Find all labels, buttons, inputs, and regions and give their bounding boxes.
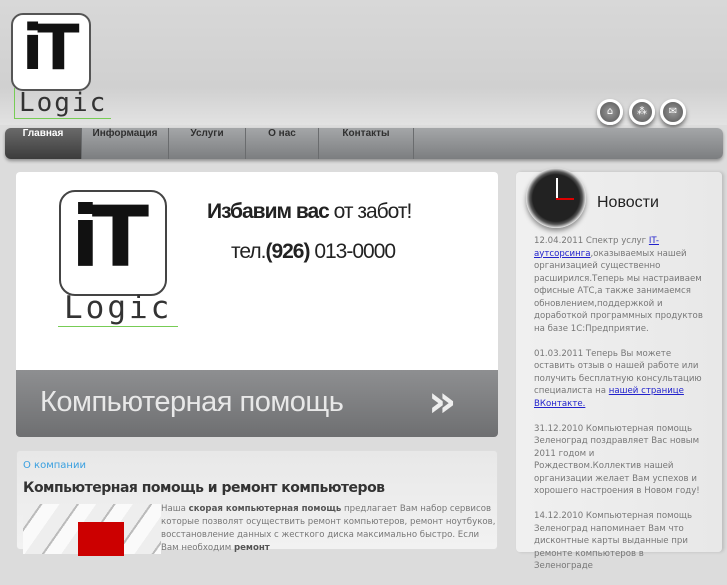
news-item: 01.03.2011 Теперь Вы можете оставить отз… (534, 348, 704, 411)
banner-logo: iT (59, 188, 167, 296)
news-text: 12.04.2011 Спектр услуг (534, 236, 649, 246)
news-text: 14.12.2010 Компьютерная помощь Зеленогра… (534, 511, 693, 571)
phone-number: 013-0000 (309, 240, 396, 263)
sitemap-icon[interactable]: ⁂ (629, 99, 655, 125)
news-sidebar: Новости 12.04.2011 Спектр услуг IT-аутсо… (516, 172, 722, 571)
news-item: 31.12.2010 Компьютерная помощь Зеленогра… (534, 423, 704, 498)
news-list: 12.04.2011 Спектр услуг IT-аутсорсинга,о… (534, 235, 704, 585)
double-chevron-right-icon[interactable]: » (428, 376, 457, 427)
nav-contacts[interactable]: Контакты (319, 128, 414, 159)
nav-home[interactable]: Главная (5, 128, 82, 159)
phone-prefix: тел. (231, 240, 266, 263)
banner-logo-word: Logic (58, 290, 179, 327)
banner-logo-mark: iT (71, 188, 149, 286)
breadcrumb[interactable]: О компании (23, 460, 86, 471)
logo-word: Logic (14, 88, 112, 119)
nav-about[interactable]: О нас (246, 128, 319, 159)
site-logo[interactable]: iT (11, 11, 91, 91)
news-title: Новости (597, 194, 659, 211)
news-text: ,оказываемых нашей организацией существе… (534, 248, 703, 334)
banner-band[interactable]: Компьютерная помощь » (16, 370, 498, 437)
nav-services[interactable]: Услуги (169, 128, 246, 159)
logo-mark: iT (22, 11, 79, 84)
clock-icon (526, 168, 586, 228)
text-part: Наша (161, 504, 189, 514)
band-title: Компьютерная помощь (40, 386, 344, 418)
banner: iT Logic Избавим вас от забот! тел.(926)… (16, 172, 498, 370)
nav-info[interactable]: Информация (82, 128, 169, 159)
slogan-rest: от забот! (328, 200, 413, 223)
banner-phone: тел.(926) 013-0000 (231, 240, 396, 264)
text-bold: скорая компьютерная помощь (188, 504, 342, 514)
home-icon[interactable]: ⌂ (597, 99, 623, 125)
mail-icon[interactable]: ✉ (660, 99, 686, 125)
content-panel: О компании Компьютерная помощь и ремонт … (16, 450, 498, 556)
main-nav: Главная Информация Услуги О нас Контакты (5, 128, 723, 159)
intro-text: Наша скорая компьютерная помощь предлага… (161, 503, 497, 555)
news-item: 14.12.2010 Компьютерная помощь Зеленогра… (534, 510, 704, 573)
slogan-bold: Избавим вас (207, 200, 330, 223)
news-text: 31.12.2010 Компьютерная помощь Зеленогра… (534, 423, 700, 497)
phone-code: (926) (265, 240, 310, 263)
keyboard-image (23, 504, 161, 556)
page-title: Компьютерная помощь и ремонт компьютеров (23, 480, 385, 496)
banner-slogan: Избавим вас от забот! (207, 200, 413, 224)
news-item: 12.04.2011 Спектр услуг IT-аутсорсинга,о… (534, 235, 704, 335)
